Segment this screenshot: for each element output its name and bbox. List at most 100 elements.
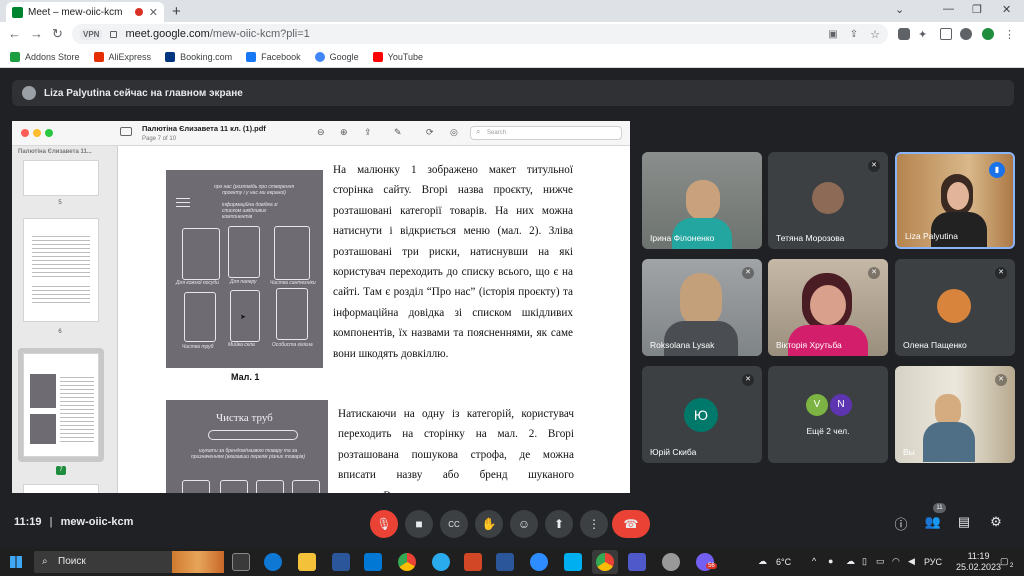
participant-name: Вікторія Хрутьба <box>776 340 842 350</box>
share-doc-icon: ⇪ <box>364 127 372 137</box>
telegram-icon[interactable] <box>432 553 450 571</box>
bookmark-google[interactable]: Google <box>314 51 359 62</box>
bookmark-star-icon[interactable]: ☆ <box>870 28 880 41</box>
google-icon <box>314 51 325 62</box>
skype-icon[interactable] <box>564 553 582 571</box>
edge-icon[interactable] <box>264 553 282 571</box>
markup-pen-icon: ✎ <box>394 127 402 137</box>
mic-off-icon: ✕ <box>742 267 754 279</box>
participant-name: Вы <box>903 447 915 457</box>
reactions-button[interactable]: ☺ <box>510 510 538 538</box>
menu-dots-icon[interactable]: ⋮ <box>1004 28 1016 41</box>
share-icon[interactable]: ⇪ <box>850 29 858 40</box>
avatar <box>937 289 971 323</box>
present-button[interactable]: ⬆ <box>545 510 573 538</box>
participant-tile-speaking[interactable]: ▮ Liza Palyutina <box>895 152 1015 249</box>
bookmark-booking[interactable]: Booking.com <box>165 51 232 62</box>
fig-label: Чистка труб <box>182 344 214 350</box>
participant-tile[interactable]: ✕ Roksolana Lysak <box>642 259 762 356</box>
tray-chevron-icon[interactable]: ^ <box>812 556 816 566</box>
reload-icon[interactable]: ↻ <box>52 26 63 42</box>
notifications-icon[interactable]: ▢ <box>1000 556 1009 567</box>
participant-tile[interactable]: Ю ✕ Юрій Скиба <box>642 366 762 463</box>
maximize-icon[interactable]: ❐ <box>972 3 982 16</box>
mic-off-icon: ✕ <box>868 267 880 279</box>
windows-start-icon[interactable] <box>10 556 22 568</box>
weather-temp[interactable]: 6°C <box>776 557 791 567</box>
lock-icon[interactable] <box>110 30 118 38</box>
tab-close-icon[interactable]: ✕ <box>149 6 158 19</box>
participant-tile[interactable]: ✕ Тетяна Морозова <box>768 152 888 249</box>
camera-icon[interactable]: ▣ <box>828 29 837 40</box>
side-panel-icon[interactable] <box>940 28 952 40</box>
thumbnail-page-7 <box>23 353 99 457</box>
chrome-active-icon[interactable] <box>596 553 614 571</box>
participant-tile[interactable]: ✕ Вікторія Хрутьба <box>768 259 888 356</box>
forward-icon[interactable]: → <box>30 26 43 41</box>
youtube-icon <box>372 51 383 62</box>
bookmark-facebook[interactable]: Facebook <box>246 51 301 62</box>
security-check-icon[interactable] <box>982 28 994 40</box>
bookmark-aliexpress[interactable]: AliExpress <box>93 51 151 62</box>
tab-search-chevron-icon[interactable]: ⌄ <box>895 3 904 16</box>
people-icon[interactable]: 👥 <box>924 514 942 532</box>
more-options-button[interactable]: ⋮ <box>580 510 608 538</box>
bookmark-youtube[interactable]: YouTube <box>372 51 423 62</box>
bookmark-addons[interactable]: Addons Store <box>10 51 80 62</box>
participant-name: Юрій Скиба <box>650 447 697 457</box>
minimize-icon[interactable]: — <box>943 3 954 15</box>
presenter-avatar <box>22 86 36 100</box>
mail-icon[interactable] <box>364 553 382 571</box>
notifications-count: 2 <box>1010 563 1014 569</box>
clock[interactable]: 11:19 25.02.2023 <box>956 551 1001 573</box>
participant-tile[interactable]: Ірина Філоненко <box>642 152 762 249</box>
vpn-badge[interactable]: VPN <box>80 28 103 40</box>
extensions-puzzle-icon[interactable]: ✦ <box>918 28 930 41</box>
extension-shield-icon[interactable] <box>898 28 910 40</box>
app-icon[interactable] <box>662 553 680 571</box>
participant-name: Roksolana Lysak <box>650 340 715 350</box>
word-icon[interactable] <box>496 553 514 571</box>
wifi-icon[interactable]: ◠ <box>892 556 900 567</box>
meeting-details-icon[interactable]: ⓘ <box>892 514 910 532</box>
more-participants-tile[interactable]: V N Ещё 2 чел. <box>768 366 888 463</box>
mic-toggle-button[interactable]: 🎙 <box>370 510 398 538</box>
captions-button[interactable]: CC <box>440 510 468 538</box>
chrome-icon[interactable] <box>398 553 416 571</box>
network-icon[interactable]: ▭ <box>876 556 885 567</box>
language-indicator[interactable]: РУС <box>924 557 942 567</box>
zoom-icon[interactable] <box>530 553 548 571</box>
presenter-banner: Liza Palyutina сейчас на главном экране <box>12 80 1014 106</box>
volume-icon[interactable]: ◀ <box>908 556 915 567</box>
back-icon[interactable]: ← <box>8 26 21 41</box>
close-window-icon[interactable]: ✕ <box>1002 3 1011 16</box>
self-tile[interactable]: ✕ Вы <box>895 366 1015 463</box>
mic-off-icon: ✕ <box>868 160 880 172</box>
teams-icon[interactable] <box>628 553 646 571</box>
browser-tab[interactable]: Meet – mew-oiic-kcm ✕ <box>6 2 164 22</box>
tray-app-icon[interactable]: ● <box>828 556 833 566</box>
leave-call-button[interactable]: ☎ <box>612 510 650 538</box>
camera-toggle-button[interactable]: ■ <box>405 510 433 538</box>
thumb-number: 6 <box>58 329 62 335</box>
facebook-icon <box>246 51 257 62</box>
thumb-number-current: 7 <box>56 466 66 475</box>
tray-mic-icon[interactable]: ▯ <box>862 556 867 567</box>
profile-icon[interactable] <box>960 28 972 40</box>
activities-icon[interactable]: ⚙ <box>987 514 1005 532</box>
video-camera-icon: ■ <box>415 517 423 531</box>
new-tab-button[interactable]: + <box>172 3 181 20</box>
raise-hand-button[interactable]: ✋ <box>475 510 503 538</box>
file-explorer-icon[interactable] <box>298 553 316 571</box>
store-icon[interactable] <box>332 553 350 571</box>
weather-cloud-icon[interactable]: ☁ <box>758 556 767 567</box>
chat-icon[interactable]: ▤ <box>955 514 973 532</box>
powerpoint-icon[interactable] <box>464 553 482 571</box>
tray-cloud-icon[interactable]: ☁ <box>846 556 855 567</box>
omnibox[interactable]: VPN meet.google.com /mew-oiic-kcm?pli=1 … <box>72 24 888 44</box>
sidebar-title: Палютіна Єлизавета 11... <box>18 149 92 155</box>
task-view-icon[interactable] <box>232 553 250 571</box>
participant-tile[interactable]: ✕ Олена Пащенко <box>895 259 1015 356</box>
rotate-icon: ⟳ <box>426 127 434 137</box>
figure-1-mockup: про нас (розповідь про створення проекту… <box>166 170 323 368</box>
